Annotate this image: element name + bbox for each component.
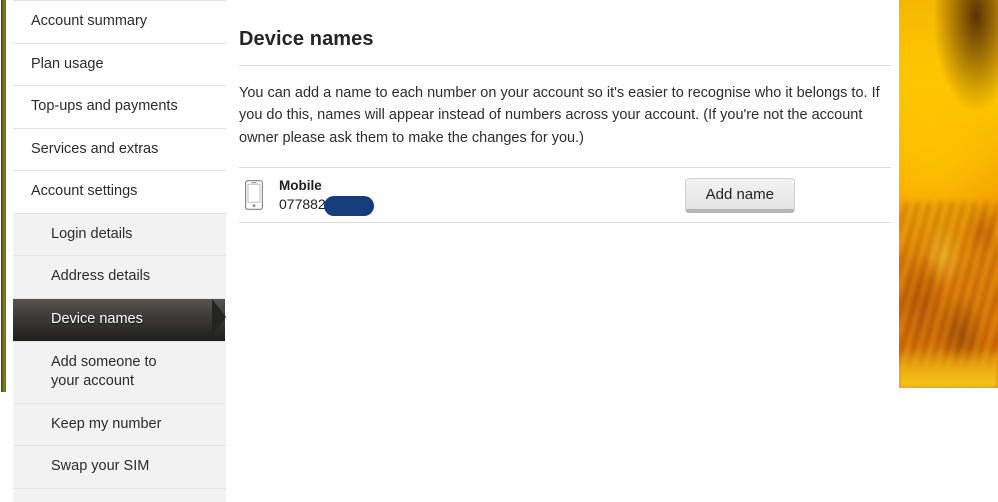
- device-number-visible: 077882: [279, 196, 326, 213]
- sidebar-item-label: Keep my number: [51, 415, 162, 432]
- sidebar-item-label: Login details: [51, 225, 133, 242]
- page-root: Account summary Plan usage Top-ups and p…: [0, 0, 998, 502]
- mobile-phone-icon: [239, 180, 269, 211]
- page-title: Device names: [239, 28, 374, 50]
- sidebar-item-services-and-extras[interactable]: Services and extras: [13, 127, 226, 171]
- device-number: 077882: [279, 195, 374, 217]
- device-identity: Mobile 077882: [279, 177, 499, 217]
- sidebar-item-address-details[interactable]: Address details: [13, 255, 226, 298]
- sidebar-item-label: Marketing preferences: [13, 489, 226, 502]
- left-accent-strip: [1, 0, 6, 392]
- redaction-overlay: [324, 196, 374, 217]
- sidebar-item-account-summary[interactable]: Account summary: [13, 0, 226, 43]
- sidebar-item-label: Account settings: [31, 183, 138, 200]
- sidebar-item-label: Swap your SIM: [51, 458, 150, 475]
- intro-paragraph: You can add a name to each number on you…: [239, 85, 880, 146]
- sidebar-item-label: Top-ups and payments: [31, 98, 178, 115]
- device-row: Mobile 077882 Add name: [239, 168, 891, 222]
- sidebar-item-swap-your-sim[interactable]: Swap your SIM: [13, 445, 226, 488]
- account-sidebar: Account summary Plan usage Top-ups and p…: [13, 0, 226, 502]
- sidebar-item-label: Plan usage: [31, 55, 104, 72]
- sidebar-item-keep-my-number[interactable]: Keep my number: [13, 402, 226, 446]
- sidebar-item-add-someone-to-your-account[interactable]: Add someone to your account: [13, 340, 226, 403]
- sidebar-item-label: Services and extras: [31, 140, 159, 157]
- device-type-label: Mobile: [279, 177, 322, 193]
- sidebar-item-login-details[interactable]: Login details: [13, 212, 226, 256]
- sidebar-item-label: Add someone to your account: [51, 353, 157, 390]
- sidebar-item-account-settings[interactable]: Account settings: [13, 170, 226, 213]
- sidebar-item-top-ups-and-payments[interactable]: Top-ups and payments: [13, 85, 226, 128]
- device-list-bottom-divider: [239, 222, 891, 224]
- sidebar-item-label: Device names: [51, 310, 143, 327]
- sidebar-item-device-names[interactable]: Device names: [13, 297, 226, 341]
- sidebar-nav-list: Account summary Plan usage Top-ups and p…: [13, 0, 226, 502]
- hero-layer-foreground: [899, 349, 998, 388]
- sidebar-item-marketing-preferences[interactable]: Marketing preferences: [13, 487, 226, 502]
- sidebar-item-plan-usage[interactable]: Plan usage: [13, 42, 226, 86]
- sidebar-item-label: Address details: [51, 268, 151, 285]
- flower-hero-image: [899, 0, 998, 388]
- add-name-button[interactable]: Add name: [684, 177, 795, 213]
- main-content: Device names You can add a name to each …: [239, 0, 891, 502]
- sidebar-item-label: Account summary: [31, 13, 148, 29]
